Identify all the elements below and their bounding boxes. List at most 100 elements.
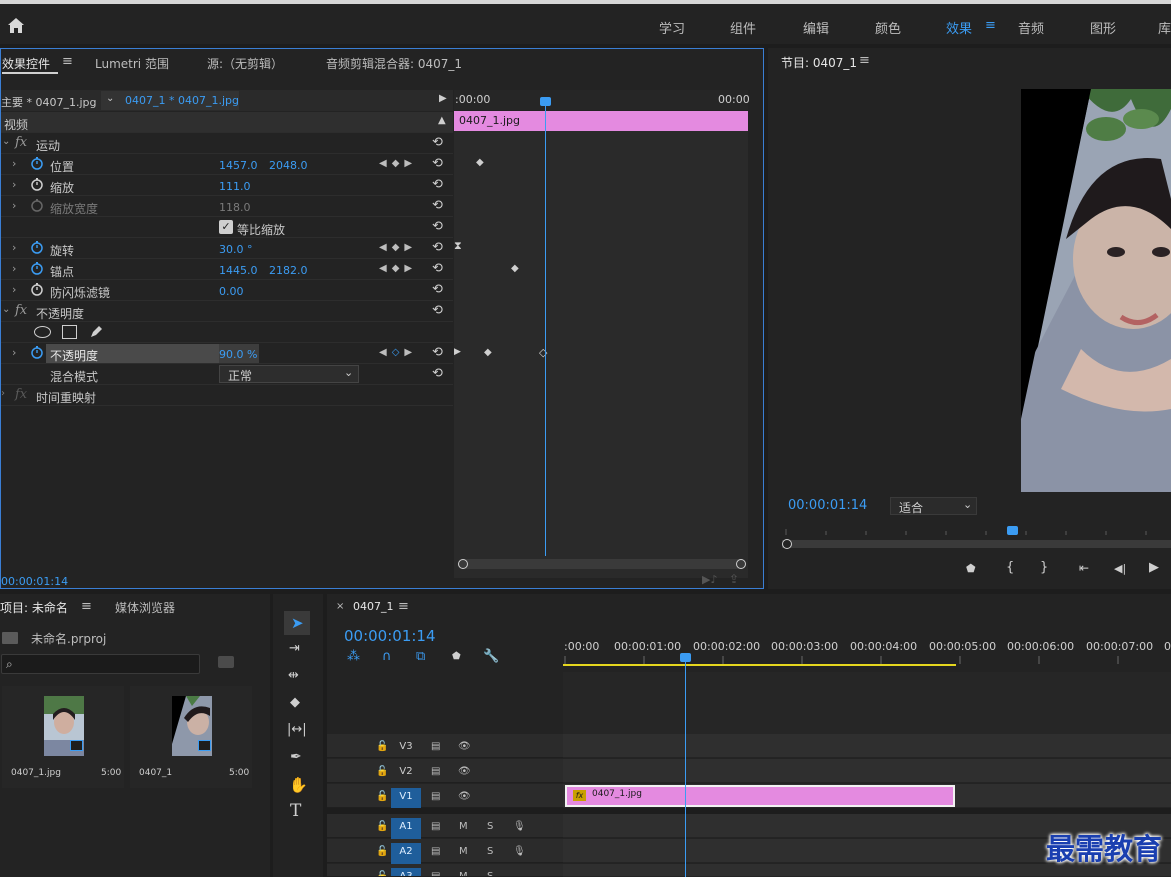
reset-icon[interactable]: ⟲: [432, 177, 443, 192]
lock-icon[interactable]: 🔓: [376, 846, 388, 857]
lock-icon[interactable]: 🔓: [376, 821, 388, 832]
anchor-y-value[interactable]: 2182.0: [269, 264, 308, 277]
workspace-tab-effects[interactable]: 效果: [946, 18, 972, 37]
keyframe-ruler[interactable]: :00:00 00:00: [454, 90, 750, 110]
solo-button[interactable]: S: [487, 871, 493, 876]
workspace-tab-audio[interactable]: 音频: [1018, 18, 1044, 37]
pen-tool-icon[interactable]: ✒: [290, 749, 302, 765]
reset-icon[interactable]: ⟲: [432, 345, 443, 360]
close-icon[interactable]: ×: [336, 601, 344, 612]
mute-button[interactable]: M: [459, 821, 468, 832]
tab-media-browser[interactable]: 媒体浏览器: [115, 599, 175, 616]
sync-lock-icon[interactable]: ▤: [431, 766, 440, 777]
chevron-right-icon[interactable]: ›: [12, 241, 16, 254]
keyframe-diamond[interactable]: ◆: [484, 347, 492, 358]
reset-icon[interactable]: ⟲: [432, 282, 443, 297]
panel-menu-icon[interactable]: ≡: [62, 54, 73, 69]
track-name-v1[interactable]: V1: [391, 788, 421, 810]
reset-icon[interactable]: ⟲: [432, 198, 443, 213]
track-name-v2[interactable]: V2: [391, 763, 421, 785]
panel-menu-icon[interactable]: ≡: [859, 53, 870, 68]
flicker-value[interactable]: 0.00: [219, 285, 244, 298]
add-marker-icon[interactable]: ⬟: [452, 651, 461, 662]
new-bin-icon[interactable]: [218, 656, 234, 668]
reset-icon[interactable]: ⟲: [432, 219, 443, 234]
current-time-display[interactable]: 00:00:01:14: [1, 575, 68, 588]
panel-menu-icon[interactable]: ≡: [398, 599, 409, 614]
playhead-handle[interactable]: [540, 97, 551, 106]
keyframe-diamond[interactable]: ◆: [476, 157, 484, 168]
track-name-v3[interactable]: V3: [391, 738, 421, 760]
selection-tool-icon[interactable]: ➤: [291, 614, 304, 632]
chevron-right-icon[interactable]: ›: [12, 283, 16, 296]
lock-icon[interactable]: 🔓: [376, 766, 388, 777]
mark-in-icon[interactable]: {: [1006, 560, 1014, 575]
stopwatch-icon[interactable]: [30, 261, 44, 275]
microphone-icon[interactable]: 🎙: [513, 846, 526, 857]
scroll-handle-left[interactable]: [458, 559, 468, 569]
stopwatch-icon[interactable]: [30, 345, 44, 359]
tab-lumetri-scopes[interactable]: Lumetri 范围: [95, 55, 169, 72]
stopwatch-icon[interactable]: [30, 240, 44, 254]
scroll-handle-right[interactable]: [736, 559, 746, 569]
reset-icon[interactable]: ⟲: [432, 135, 443, 150]
microphone-icon[interactable]: 🎙: [513, 821, 526, 832]
play-icon[interactable]: ▶: [1149, 560, 1159, 575]
tab-project[interactable]: 项目: 未命名: [0, 599, 68, 616]
rectangle-mask-icon[interactable]: [62, 325, 77, 339]
sync-lock-icon[interactable]: ▤: [431, 846, 440, 857]
mute-button[interactable]: M: [459, 871, 468, 876]
chevron-right-icon[interactable]: ›: [12, 178, 16, 191]
reset-icon[interactable]: ⟲: [432, 261, 443, 276]
workspace-menu-icon[interactable]: ≡: [985, 18, 996, 33]
sequence-clip-dropdown[interactable]: ⌄ 0407_1 * 0407_1.jpg: [101, 91, 239, 110]
fx-icon[interactable]: fx: [15, 135, 27, 150]
keyframe-navigator[interactable]: ◀◇▶: [379, 347, 417, 358]
mute-button[interactable]: M: [459, 846, 468, 857]
add-marker-icon[interactable]: ⬟: [966, 562, 976, 575]
stopwatch-icon[interactable]: [30, 282, 44, 296]
mark-out-icon[interactable]: }: [1040, 560, 1048, 575]
timeline-playhead[interactable]: [680, 653, 691, 662]
eye-icon[interactable]: 👁: [458, 791, 471, 802]
keyframe-diamond[interactable]: ◆: [511, 263, 519, 274]
workspace-tab-graphics[interactable]: 图形: [1090, 18, 1116, 37]
project-search-input[interactable]: ⌕: [1, 654, 200, 674]
tab-audio-clip-mixer[interactable]: 音频剪辑混合器: 0407_1: [326, 55, 462, 72]
chevron-down-icon[interactable]: ⌄: [2, 136, 10, 147]
solo-button[interactable]: S: [487, 821, 493, 832]
program-playhead[interactable]: [1007, 526, 1018, 535]
stopwatch-icon[interactable]: [30, 156, 44, 170]
keyframe-navigator[interactable]: ◀◆▶: [379, 242, 417, 253]
position-x-value[interactable]: 1457.0: [219, 159, 258, 172]
reset-icon[interactable]: ⟲: [432, 240, 443, 255]
track-lane-v2[interactable]: [563, 759, 1171, 783]
program-title[interactable]: 节目: 0407_1: [781, 54, 857, 71]
track-name-a2[interactable]: A2: [391, 843, 421, 865]
kf-clip-bar[interactable]: 0407_1.jpg: [454, 111, 748, 131]
workspace-tab-color[interactable]: 颜色: [875, 18, 901, 37]
slip-tool-icon[interactable]: |↔|: [287, 722, 307, 737]
sync-lock-icon[interactable]: ▤: [431, 871, 440, 876]
master-clip-label[interactable]: 主要 * 0407_1.jpg: [1, 94, 97, 110]
snap-magnet-icon[interactable]: ∩: [382, 649, 392, 664]
track-name-a3[interactable]: A3: [391, 868, 421, 876]
track-select-tool-icon[interactable]: ⇥: [289, 641, 300, 656]
sync-lock-icon[interactable]: ▤: [431, 741, 440, 752]
track-name-a1[interactable]: A1: [391, 818, 421, 840]
wrench-icon[interactable]: 🔧: [483, 649, 499, 664]
solo-button[interactable]: S: [487, 846, 493, 857]
ellipse-mask-icon[interactable]: [34, 326, 51, 338]
workspace-tab-assembly[interactable]: 组件: [730, 18, 756, 37]
eye-icon[interactable]: 👁: [458, 741, 471, 752]
work-area-bar[interactable]: [563, 664, 956, 666]
linked-selection-icon[interactable]: ⧉: [416, 649, 425, 664]
reset-icon[interactable]: ⟲: [432, 303, 443, 318]
keyframe-navigator[interactable]: ◀◆▶: [379, 263, 417, 274]
chevron-right-icon[interactable]: ›: [12, 157, 16, 170]
anchor-x-value[interactable]: 1445.0: [219, 264, 258, 277]
timeline-tab[interactable]: 0407_1: [353, 600, 394, 613]
blend-mode-dropdown[interactable]: 正常 ⌄: [219, 365, 359, 383]
keyframe-marker[interactable]: ⧗: [454, 239, 462, 253]
opacity-value[interactable]: 90.0 %: [219, 348, 257, 361]
